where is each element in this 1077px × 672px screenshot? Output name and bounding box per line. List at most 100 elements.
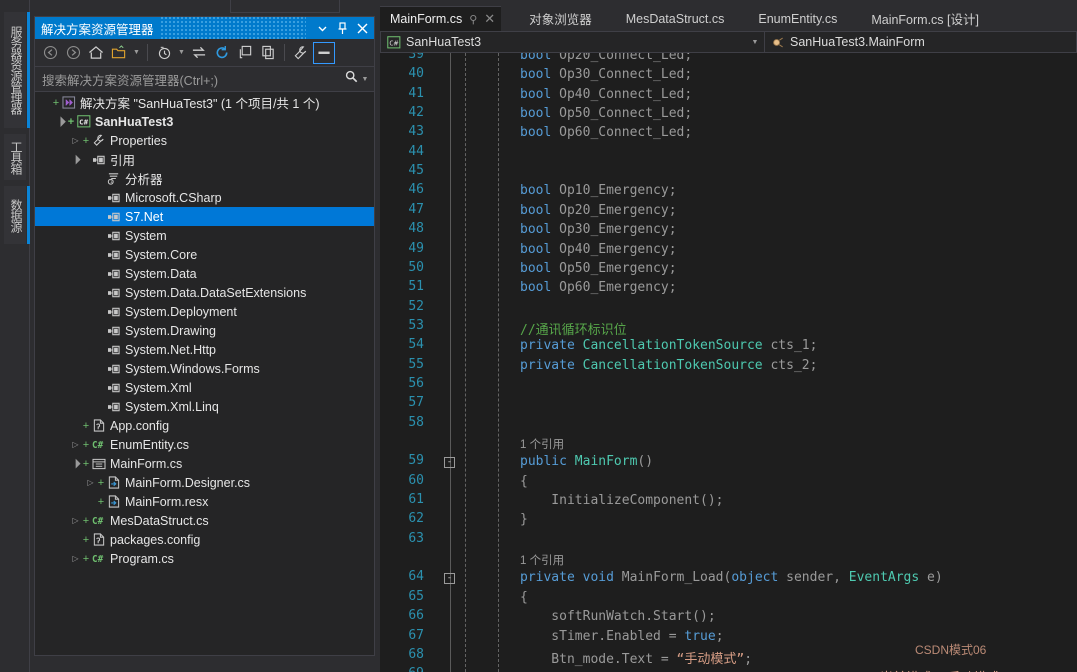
tree-item[interactable]: System.Xml.Linq bbox=[35, 397, 374, 416]
chevron-down-icon[interactable] bbox=[312, 18, 332, 38]
code-line[interactable]: 58 bbox=[380, 415, 1077, 434]
code-line[interactable]: 63 bbox=[380, 531, 1077, 550]
solution-explorer-search[interactable]: 搜索解决方案资源管理器(Ctrl+;) ▼ bbox=[35, 67, 374, 92]
code-line[interactable]: 65 { bbox=[380, 589, 1077, 608]
tree-item[interactable]: S7.Net bbox=[35, 207, 374, 226]
fold-toggle-icon[interactable]: - bbox=[444, 573, 455, 585]
tree-item[interactable]: ◢ + C# SanHuaTest3 bbox=[35, 112, 374, 131]
new-folder-dropdown-icon[interactable]: ▼ bbox=[131, 42, 142, 64]
code-line[interactable]: 56 bbox=[380, 376, 1077, 395]
search-icon[interactable] bbox=[342, 70, 360, 88]
type-selector-dropdown[interactable]: SanHuaTest3.MainForm bbox=[765, 31, 1077, 53]
tree-item[interactable]: System.Core bbox=[35, 245, 374, 264]
tree-item[interactable]: + MainForm.resx bbox=[35, 492, 374, 511]
home-icon[interactable] bbox=[85, 42, 107, 64]
tree-item[interactable]: ▷ + Properties bbox=[35, 131, 374, 150]
fold-toggle-icon[interactable]: - bbox=[444, 457, 455, 469]
tree-item[interactable]: System.Xml bbox=[35, 378, 374, 397]
pending-changes-dropdown-icon[interactable]: ▼ bbox=[176, 42, 187, 64]
code-line[interactable]: 45 bbox=[380, 163, 1077, 182]
tree-item[interactable]: ▷ + MainForm.Designer.cs bbox=[35, 473, 374, 492]
code-line[interactable]: 47 bool Op20_Emergency; bbox=[380, 202, 1077, 221]
tree-item[interactable]: System.Data bbox=[35, 264, 374, 283]
expanded-chevron-icon[interactable]: ◢ bbox=[68, 152, 84, 168]
code-line[interactable]: 50 bool Op50_Emergency; bbox=[380, 260, 1077, 279]
collapse-all-icon[interactable] bbox=[234, 42, 256, 64]
code-line[interactable]: 1 个引用 bbox=[380, 434, 1077, 453]
close-icon[interactable] bbox=[352, 18, 372, 38]
refresh-icon[interactable] bbox=[211, 42, 233, 64]
editor-tab[interactable]: MesDataStruct.cs bbox=[616, 6, 731, 31]
code-line[interactable]: 43 bool Op60_Connect_Led; bbox=[380, 124, 1077, 143]
code-line[interactable]: 52 bbox=[380, 299, 1077, 318]
tab-close-icon[interactable]: ✕ bbox=[484, 11, 495, 27]
vertical-tab-toolbox[interactable]: 工具箱 bbox=[4, 134, 26, 180]
tree-item[interactable]: System.Drawing bbox=[35, 321, 374, 340]
tab-pin-icon[interactable]: ⚲ bbox=[469, 13, 477, 26]
new-folder-icon[interactable] bbox=[108, 42, 130, 64]
search-dropdown-icon[interactable]: ▼ bbox=[360, 76, 370, 83]
project-dropdown-icon[interactable]: ▼ bbox=[749, 39, 761, 46]
code-line[interactable]: 53 //通讯循环标识位 bbox=[380, 318, 1077, 338]
tree-item[interactable]: i 分析器 bbox=[35, 169, 374, 188]
tree-item[interactable]: System bbox=[35, 226, 374, 245]
tree-item[interactable]: System.Deployment bbox=[35, 302, 374, 321]
code-line[interactable]: 60 { bbox=[380, 473, 1077, 492]
tree-item[interactable]: ◢ + MainForm.cs bbox=[35, 454, 374, 473]
expanded-chevron-icon[interactable]: ◢ bbox=[68, 456, 84, 472]
code-line[interactable]: 39 bool Op20_Connect_Led; bbox=[380, 53, 1077, 66]
project-selector-dropdown[interactable]: C# SanHuaTest3 ▼ bbox=[380, 31, 765, 53]
code-line[interactable]: 49 bool Op40_Emergency; bbox=[380, 241, 1077, 260]
editor-tab[interactable]: 对象浏览器 bbox=[519, 6, 598, 31]
tree-item[interactable]: System.Data.DataSetExtensions bbox=[35, 283, 374, 302]
code-line[interactable]: 66 softRunWatch.Start(); bbox=[380, 608, 1077, 627]
tree-item[interactable]: + App.config bbox=[35, 416, 374, 435]
code-line[interactable]: 64 - private void MainForm_Load(object sen… bbox=[380, 569, 1077, 588]
collapsed-chevron-icon[interactable]: ▷ bbox=[69, 440, 82, 449]
code-editor[interactable]: 39 bool Op20_Connect_Led; 40 bool Op30_Conn… bbox=[380, 53, 1077, 672]
editor-tab[interactable]: MainForm.cs [设计] bbox=[861, 6, 985, 31]
code-line[interactable]: 59 - public MainForm() bbox=[380, 453, 1077, 472]
code-line[interactable]: 55 private CancellationTokenSource cts_2; bbox=[380, 357, 1077, 376]
code-line[interactable]: 61 InitializeComponent(); bbox=[380, 492, 1077, 511]
tree-item[interactable]: ▷ + C# Program.cs bbox=[35, 549, 374, 568]
vertical-tab-server-explorer[interactable]: 服务器资源管理器 bbox=[4, 12, 26, 128]
code-line[interactable]: 51 bool Op60_Emergency; bbox=[380, 279, 1077, 298]
code-line[interactable]: 40 bool Op30_Connect_Led; bbox=[380, 66, 1077, 85]
collapsed-chevron-icon[interactable]: ▷ bbox=[84, 478, 97, 487]
code-line[interactable]: 44 bbox=[380, 144, 1077, 163]
code-line[interactable]: 57 bbox=[380, 395, 1077, 414]
tree-item[interactable]: + 解决方案 "SanHuaTest3" (1 个项目/共 1 个) bbox=[35, 93, 374, 112]
tree-item[interactable]: System.Net.Http bbox=[35, 340, 374, 359]
tree-item[interactable]: Microsoft.CSharp bbox=[35, 188, 374, 207]
expanded-chevron-icon[interactable]: ◢ bbox=[53, 114, 69, 130]
collapsed-chevron-icon[interactable]: ▷ bbox=[69, 554, 82, 563]
vertical-tab-data-sources[interactable]: 数据源 bbox=[4, 186, 26, 244]
codelens-reference-count[interactable]: 1 个引用 bbox=[520, 436, 564, 452]
forward-icon[interactable] bbox=[62, 42, 84, 64]
view-selector-icon[interactable] bbox=[313, 41, 335, 64]
editor-tab[interactable]: MainForm.cs ⚲ ✕ bbox=[380, 6, 502, 31]
tree-item[interactable]: System.Windows.Forms bbox=[35, 359, 374, 378]
pin-icon[interactable] bbox=[332, 18, 352, 38]
search-input[interactable]: 搜索解决方案资源管理器(Ctrl+;) bbox=[42, 70, 342, 89]
back-icon[interactable] bbox=[39, 42, 61, 64]
show-all-files-icon[interactable] bbox=[257, 42, 279, 64]
properties-icon[interactable] bbox=[290, 42, 312, 64]
collapsed-chevron-icon[interactable]: ▷ bbox=[69, 136, 82, 145]
code-line[interactable]: 41 bool Op40_Connect_Led; bbox=[380, 86, 1077, 105]
code-line[interactable]: 48 bool Op30_Emergency; bbox=[380, 221, 1077, 240]
collapsed-chevron-icon[interactable]: ▷ bbox=[69, 516, 82, 525]
code-line[interactable]: 42 bool Op50_Connect_Led; bbox=[380, 105, 1077, 124]
code-line[interactable]: 46 bool Op10_Emergency; bbox=[380, 182, 1077, 201]
codelens-reference-count[interactable]: 1 个引用 bbox=[520, 552, 564, 568]
code-line[interactable]: 54 private CancellationTokenSource cts_1; bbox=[380, 337, 1077, 356]
tree-item[interactable]: ◢ 引用 bbox=[35, 150, 374, 169]
tree-item[interactable]: ▷ + C# MesDataStruct.cs bbox=[35, 511, 374, 530]
code-line[interactable]: 62} bbox=[380, 511, 1077, 530]
tree-item[interactable]: ▷ + C# EnumEntity.cs bbox=[35, 435, 374, 454]
editor-tab[interactable]: EnumEntity.cs bbox=[748, 6, 843, 31]
code-line[interactable]: 69 onProcessNameToolStripStatusLabel.Tex… bbox=[380, 666, 1077, 672]
tree-item[interactable]: + packages.config bbox=[35, 530, 374, 549]
pending-changes-icon[interactable] bbox=[153, 42, 175, 64]
